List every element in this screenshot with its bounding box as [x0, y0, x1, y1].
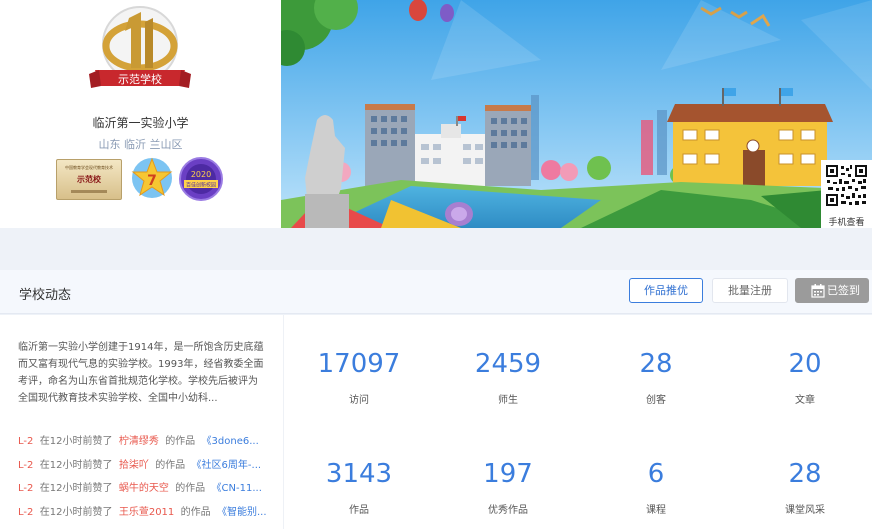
activity-feed: L-2 在12小时前赞了 柠清缪秀 的作品 《3done6... L-2 在12小… [18, 432, 268, 526]
stat-label: 文章 [795, 395, 815, 406]
campus-banner-illustration [281, 0, 872, 228]
feed-level: L-2 [18, 459, 34, 471]
star-level-badge[interactable]: 7 [130, 156, 174, 200]
stat-label: 作品 [349, 505, 369, 516]
feed-user-link[interactable]: 拾柒吖 [119, 460, 149, 471]
stat-value: 28 [788, 459, 822, 489]
stat-item[interactable]: 28 课堂风采 [730, 457, 872, 516]
stat-item[interactable]: 28 创客 [581, 347, 731, 406]
school-news-header: 学校动态 作品推优 批量注册 已签到 [0, 270, 872, 314]
feed-user-link[interactable]: 蜗牛的天空 [119, 483, 169, 494]
feed-time: 在12小时前赞了 [39, 459, 113, 471]
stat-label: 访问 [349, 395, 369, 406]
year-badge-caption: 百佳创新校园 [186, 182, 216, 189]
stat-item[interactable]: 6 课程 [581, 457, 731, 516]
section-title: 学校动态 [19, 288, 72, 303]
star-number: 7 [147, 173, 157, 189]
feed-item: L-2 在12小时前赞了 蜗牛的天空 的作品 《CN-11... [18, 479, 268, 503]
feed-level: L-2 [18, 506, 34, 518]
year-badge-number: 2020 [191, 170, 211, 179]
plaque-main-text: 示范校 [77, 175, 101, 184]
plaque-small-text: 中国教育学会现代教育技术 [65, 165, 113, 170]
plaque-line [71, 190, 107, 193]
stat-item[interactable]: 197 优秀作品 [433, 457, 583, 516]
stat-label: 优秀作品 [488, 505, 528, 516]
feed-work-link[interactable]: 《社区6周年-... [192, 460, 262, 471]
school-region: 山东 临沂 兰山区 [98, 138, 183, 151]
stat-label: 课堂风采 [785, 505, 825, 516]
feed-time: 在12小时前赞了 [39, 436, 113, 447]
stat-value: 6 [647, 459, 665, 489]
stat-value: 3143 [325, 459, 393, 489]
batch-register-button[interactable]: 批量注册 [712, 278, 788, 303]
feed-item: L-2 在12小时前赞了 拾柒吖 的作品 《社区6周年-... [18, 456, 268, 480]
school-info-panel: 临沂第一实验小学创建于1914年，是一所饱含历史底蕴而又富有现代气息的实验学校。… [0, 315, 283, 529]
school-name: 临沂第一实验小学 [92, 116, 189, 130]
emblem-text: 示范学校 [118, 72, 162, 86]
stat-value: 17097 [317, 349, 401, 379]
feed-work-link[interactable]: 《智能别... [217, 507, 267, 518]
stat-value: 28 [639, 349, 673, 379]
stat-label: 创客 [646, 395, 666, 406]
honor-plaque-badge[interactable]: 中国教育学会现代教育技术 示范校 [56, 159, 122, 200]
school-profile-card: 示范学校 临沂第一实验小学 山东 临沂 兰山区 中国教育学会现代教育技术 示范校… [0, 0, 281, 228]
promote-works-button[interactable]: 作品推优 [629, 278, 703, 303]
feed-text: 的作品 [180, 506, 211, 518]
feed-work-link[interactable]: 《3done6... [202, 436, 259, 447]
feed-work-link[interactable]: 《CN-11... [212, 483, 262, 494]
qr-code-label: 手机查看 [828, 218, 865, 228]
stat-value: 2459 [474, 349, 542, 379]
qr-code-panel[interactable]: 手机查看 [821, 160, 872, 228]
feed-level: L-2 [18, 483, 34, 494]
feed-time: 在12小时前赞了 [39, 506, 113, 518]
feed-time: 在12小时前赞了 [39, 483, 113, 494]
stat-item[interactable]: 20 文章 [730, 347, 872, 406]
honor-badges: 中国教育学会现代教育技术 示范校 7 2020 百佳创新校园 [56, 156, 236, 202]
innovation-campus-badge[interactable]: 2020 百佳创新校园 [178, 157, 224, 201]
feed-text: 的作品 [165, 436, 196, 447]
signed-in-button[interactable]: 已签到 [795, 278, 869, 303]
calendar-icon [811, 284, 825, 298]
stat-label: 师生 [498, 395, 518, 406]
school-homepage: 示范学校 临沂第一实验小学 山东 临沂 兰山区 中国教育学会现代教育技术 示范校… [0, 0, 872, 529]
school-statistics: 17097 访问 2459 师生 28 创客 20 文章 3143 作品 197 优秀作品 6 课程 28 课… [283, 315, 872, 529]
stat-value: 197 [483, 459, 533, 489]
feed-text: 的作品 [155, 459, 186, 471]
feed-user-link[interactable]: 王乐萱2011 [119, 507, 174, 518]
feed-text: 的作品 [175, 483, 206, 494]
stat-item[interactable]: 3143 作品 [284, 457, 434, 516]
stat-label: 课程 [646, 505, 666, 516]
school-introduction: 临沂第一实验小学创建于1914年，是一所饱含历史底蕴而又富有现代气息的实验学校。… [18, 342, 264, 404]
feed-user-link[interactable]: 柠清缪秀 [119, 436, 159, 447]
stat-item[interactable]: 17097 访问 [284, 347, 434, 406]
stat-item[interactable]: 2459 师生 [433, 347, 583, 406]
signed-in-label: 已签到 [827, 284, 860, 297]
stat-value: 20 [788, 349, 822, 379]
feed-item: L-2 在12小时前赞了 王乐萱2011 的作品 《智能别... [18, 503, 268, 527]
school-emblem-logo: 示范学校 [89, 6, 191, 88]
qr-code-icon [825, 164, 868, 207]
feed-level: L-2 [18, 436, 34, 447]
feed-item: L-2 在12小时前赞了 柠清缪秀 的作品 《3done6... [18, 432, 268, 456]
